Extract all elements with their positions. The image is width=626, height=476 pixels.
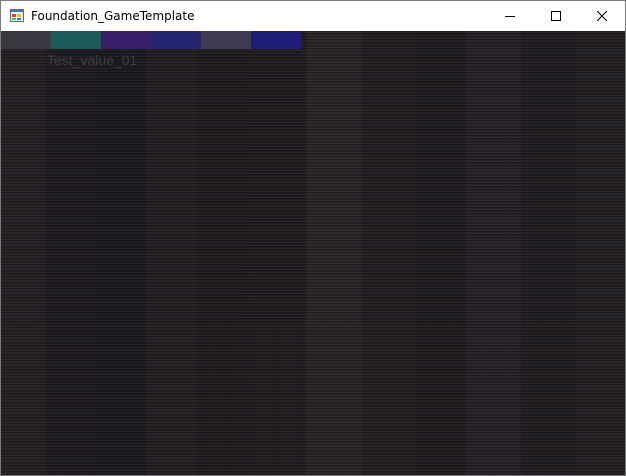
maximize-button[interactable] — [533, 1, 579, 31]
title-bar[interactable]: Foundation_GameTemplate — [1, 1, 625, 31]
color-swatch-4 — [151, 31, 201, 49]
color-swatch-1 — [1, 31, 51, 49]
app-icon — [10, 9, 24, 22]
maximize-icon — [551, 11, 561, 21]
color-swatch-bar — [1, 31, 301, 49]
color-swatch-3 — [101, 31, 151, 49]
minimize-icon — [505, 11, 515, 21]
color-swatch-2 — [51, 31, 101, 49]
test-value-label: Test_value_01 — [47, 52, 138, 68]
game-window: Foundation_GameTemplate Test_value_01 — [0, 0, 626, 476]
color-swatch-5 — [201, 31, 251, 49]
window-title: Foundation_GameTemplate — [31, 9, 195, 23]
color-swatch-6 — [251, 31, 301, 49]
game-viewport[interactable]: Test_value_01 — [1, 31, 625, 475]
close-button[interactable] — [579, 1, 625, 31]
minimize-button[interactable] — [487, 1, 533, 31]
close-icon — [597, 11, 607, 21]
